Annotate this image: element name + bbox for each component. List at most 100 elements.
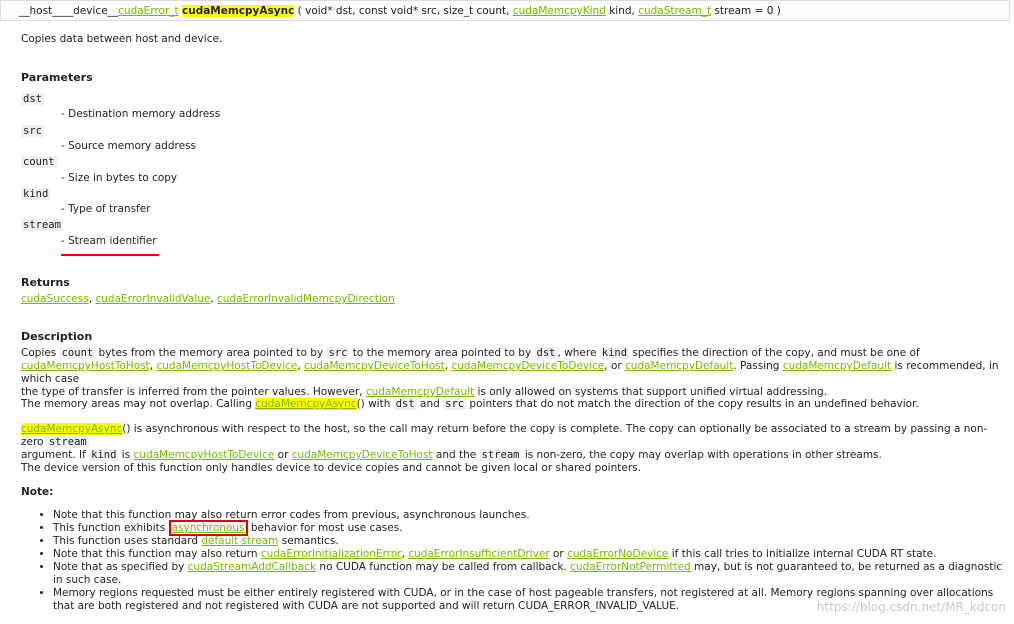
text: pointers that do not match the direction… — [466, 398, 919, 410]
text: is — [118, 449, 134, 461]
memcpy-host-to-device-link[interactable]: cudaMemcpyHostToDevice — [134, 449, 275, 461]
parameters-heading: Parameters — [21, 71, 93, 84]
param-desc: - Source memory address — [61, 140, 196, 152]
text: () with — [356, 398, 394, 410]
memcpy-kind-link[interactable]: cudaMemcpyKind — [513, 5, 606, 17]
note-list: Note that this function may also return … — [21, 509, 1008, 613]
memcpy-async-link[interactable]: cudaMemcpyAsync — [21, 423, 123, 435]
return-code-link[interactable]: cudaSuccess — [21, 293, 89, 305]
signature-args: ( void* dst, const void* src, size_t cou… — [294, 5, 513, 17]
text: behavior for most use cases. — [247, 522, 403, 534]
description-paragraph-4: The device version of this function only… — [21, 462, 641, 474]
default-stream-link[interactable]: default stream — [201, 535, 278, 547]
description-paragraph-3: cudaMemcpyAsync() is asynchronous with r… — [21, 423, 1006, 462]
text: This function uses standard — [53, 535, 202, 547]
separator: or — [549, 548, 568, 560]
text: bytes from the memory area pointed to by — [95, 347, 327, 359]
red-underline-annotation — [61, 254, 159, 256]
text: Note that this function may also return — [53, 548, 261, 560]
text: or — [274, 449, 292, 461]
param-desc: - Stream identifier — [61, 235, 157, 247]
error-not-permitted-link[interactable]: cudaErrorNotPermitted — [570, 561, 691, 573]
code-kind: kind — [599, 347, 630, 359]
note-heading: Note: — [21, 486, 54, 498]
text: no CUDA function may be called from call… — [316, 561, 571, 573]
param-desc: - Size in bytes to copy — [61, 172, 178, 184]
description-paragraph-2: The memory areas may not overlap. Callin… — [21, 398, 1006, 411]
param-kind: kind — [21, 188, 51, 201]
text: , where — [557, 347, 600, 359]
text: This function exhibits — [53, 522, 169, 534]
code-dst: dst — [534, 347, 558, 359]
memcpy-device-to-host-link[interactable]: cudaMemcpyDeviceToHost — [304, 360, 445, 372]
return-code-link[interactable]: cudaErrorInvalidMemcpyDirection — [217, 293, 395, 305]
description-paragraph-1: Copies count bytes from the memory area … — [21, 347, 1006, 399]
text: is only allowed on systems that support … — [474, 386, 828, 398]
memcpy-default-link[interactable]: cudaMemcpyDefault — [783, 360, 891, 372]
stream-type-link[interactable]: cudaStream_t — [638, 5, 711, 17]
text: if this call tries to initialize interna… — [668, 548, 937, 560]
memcpy-default-link[interactable]: cudaMemcpyDefault — [366, 386, 474, 398]
summary-text: Copies data between host and device. — [21, 33, 223, 45]
return-type-link[interactable]: cudaError_t — [118, 5, 179, 17]
separator: , or — [604, 360, 626, 372]
param-name: stream — [21, 219, 63, 231]
memcpy-async-link[interactable]: cudaMemcpyAsync — [255, 398, 357, 410]
code-stream: stream — [479, 449, 522, 461]
asynchronous-link[interactable]: asynchronous — [168, 520, 248, 536]
watermark: https://blog.csdn.net/MR_kdcon — [816, 600, 1006, 614]
list-item: This function uses standard default stre… — [53, 535, 1008, 548]
param-name: dst — [21, 93, 44, 105]
text: Note that this function may also return … — [53, 509, 530, 521]
signature-stream-arg: stream = 0 ) — [711, 5, 781, 17]
text: Copies — [21, 347, 60, 359]
function-name: cudaMemcpyAsync — [182, 5, 295, 17]
text: . Passing — [733, 360, 783, 372]
text: () is asynchronous with respect to the h… — [21, 423, 988, 448]
error-insufficient-driver-link[interactable]: cudaErrorInsufficientDriver — [408, 548, 549, 560]
returns-heading: Returns — [21, 276, 70, 289]
list-item: Note that this function may also return … — [53, 548, 1008, 561]
text: and the — [432, 449, 480, 461]
code-src: src — [326, 347, 350, 359]
param-name: count — [21, 156, 57, 168]
text: the type of transfer is inferred from th… — [21, 386, 366, 398]
text: semantics. — [278, 535, 339, 547]
memcpy-host-to-host-link[interactable]: cudaMemcpyHostToHost — [21, 360, 150, 372]
param-desc: - Destination memory address — [61, 108, 221, 120]
memcpy-host-to-device-link[interactable]: cudaMemcpyHostToDevice — [156, 360, 297, 372]
param-dst: dst — [21, 93, 44, 106]
list-item: Note that as specified by cudaStreamAddC… — [53, 561, 1008, 587]
separator: , — [297, 360, 304, 372]
text: argument. If — [21, 449, 90, 461]
return-code-link[interactable]: cudaErrorInvalidValue — [95, 293, 210, 305]
memcpy-device-to-host-link[interactable]: cudaMemcpyDeviceToHost — [292, 449, 433, 461]
memcpy-device-to-device-link[interactable]: cudaMemcpyDeviceToDevice — [451, 360, 604, 372]
text: and — [416, 398, 444, 410]
code-dst: dst — [393, 398, 417, 410]
code-kind: kind — [89, 449, 119, 461]
list-item: This function exhibits asynchronous beha… — [53, 520, 1008, 536]
text: to the memory area pointed to by — [349, 347, 535, 359]
text: is non-zero, the copy may overlap with o… — [521, 449, 882, 461]
text: specifies the direction of the copy, and… — [629, 347, 920, 359]
stream-add-callback-link[interactable]: cudaStreamAddCallback — [188, 561, 316, 573]
param-src: src — [21, 125, 44, 138]
error-no-device-link[interactable]: cudaErrorNoDevice — [567, 548, 668, 560]
memcpy-default-link[interactable]: cudaMemcpyDefault — [625, 360, 733, 372]
description-heading: Description — [21, 330, 93, 343]
returns-list: cudaSuccess, cudaErrorInvalidValue, cuda… — [21, 293, 395, 306]
code-stream: stream — [46, 436, 89, 448]
function-signature: __host____device__cudaError_t cudaMemcpy… — [0, 0, 1010, 21]
param-count: count — [21, 156, 57, 169]
text: The memory areas may not overlap. Callin… — [21, 398, 256, 410]
signature-kind-arg: kind, — [605, 5, 639, 17]
param-stream: stream — [21, 219, 63, 232]
code-src: src — [443, 398, 467, 410]
error-initialization-link[interactable]: cudaErrorInitializationError — [261, 548, 402, 560]
param-name: src — [21, 125, 44, 137]
signature-prefix: __host____device__ — [19, 5, 119, 17]
text: Note that as specified by — [53, 561, 188, 573]
param-desc: - Type of transfer — [61, 203, 151, 215]
param-name: kind — [21, 188, 51, 200]
